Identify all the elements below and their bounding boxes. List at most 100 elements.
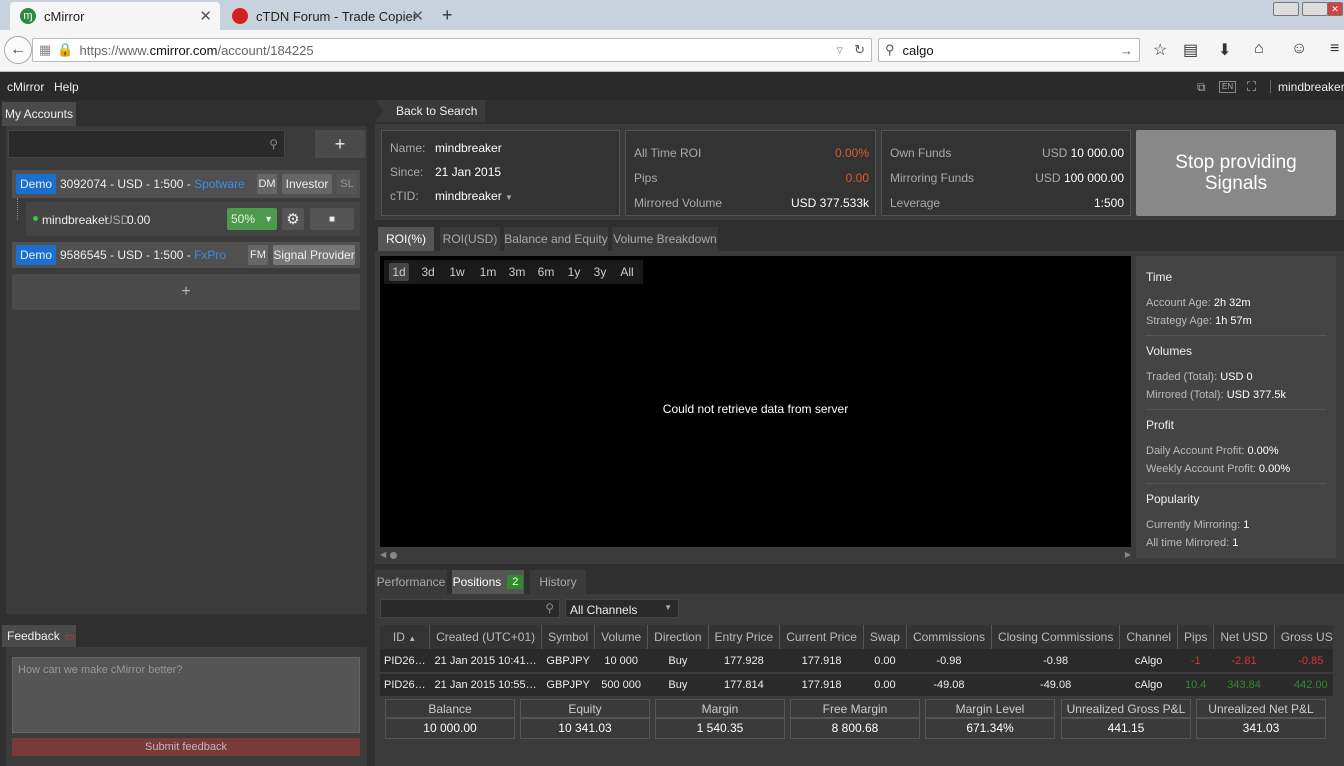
- broker-link[interactable]: FxPro: [194, 248, 226, 262]
- menu-icon[interactable]: ≡: [1330, 40, 1339, 58]
- period-3d[interactable]: 3d: [418, 263, 438, 281]
- search-go-icon[interactable]: →: [1120, 43, 1133, 58]
- stats-title: Volumes: [1146, 344, 1193, 358]
- col-id[interactable]: ID ▲: [380, 625, 431, 649]
- reload-icon[interactable]: ↻: [854, 42, 865, 58]
- col-channel[interactable]: Channel: [1119, 625, 1179, 649]
- tab-balance-equity[interactable]: Balance and Equity: [504, 227, 608, 251]
- stop-square-icon[interactable]: ■: [310, 208, 354, 230]
- browser-tab-cmirror[interactable]: ɱ cMirror ✕: [10, 2, 220, 30]
- new-tab-icon[interactable]: +: [442, 5, 453, 26]
- dm-button[interactable]: DM: [257, 174, 277, 194]
- fullscreen-icon[interactable]: ⛶: [1247, 79, 1256, 95]
- account-row[interactable]: Demo 9586545 - USD - 1:500 - FxPro FM Si…: [12, 242, 360, 268]
- scroll-left-icon[interactable]: ◀: [380, 550, 386, 559]
- col-gross-usd[interactable]: Gross USD: [1274, 625, 1333, 649]
- col-pips[interactable]: Pips: [1177, 625, 1215, 649]
- browser-tab-ctdn[interactable]: cTDN Forum - Trade Copier ✕: [222, 2, 432, 30]
- maximize-window-button[interactable]: [1302, 2, 1328, 16]
- stats-panel: Time Account Age: 2h 32m Strategy Age: 1…: [1136, 256, 1336, 558]
- stat-label: Leverage: [890, 195, 941, 210]
- col-current-price[interactable]: Current Price: [779, 625, 864, 649]
- scroll-right-icon[interactable]: ▶: [1125, 550, 1131, 559]
- tab-performance[interactable]: Performance: [375, 570, 447, 594]
- col-commissions[interactable]: Commissions: [906, 625, 992, 649]
- stats-key: Strategy Age:: [1146, 315, 1216, 327]
- tab-volume-breakdown[interactable]: Volume Breakdown: [612, 227, 718, 251]
- search-input[interactable]: calgo: [903, 43, 934, 58]
- account-search-input[interactable]: ⚲: [8, 130, 285, 158]
- scroll-thumb[interactable]: [390, 552, 397, 559]
- reading-list-icon[interactable]: ▤: [1183, 40, 1198, 60]
- stats-key: Traded (Total):: [1146, 371, 1221, 383]
- submit-feedback-button[interactable]: Submit feedback: [12, 738, 360, 756]
- period-6m[interactable]: 6m: [535, 263, 557, 281]
- cell-symbol: GBPJPY: [541, 673, 595, 698]
- period-3y[interactable]: 3y: [590, 263, 610, 281]
- add-account-row-button[interactable]: +: [12, 274, 360, 310]
- divider: [1146, 483, 1326, 484]
- home-icon[interactable]: ⌂: [1254, 40, 1264, 58]
- language-button[interactable]: EN: [1219, 81, 1237, 93]
- add-account-button[interactable]: +: [315, 130, 365, 158]
- positions-search-input[interactable]: ⚲: [380, 599, 560, 618]
- back-to-search-button[interactable]: Back to Search: [375, 100, 485, 122]
- feedback-textarea[interactable]: How can we make cMirror better?: [12, 657, 360, 733]
- cell-commissions: -0.98: [906, 649, 992, 674]
- url-bar[interactable]: ▦ 🔒 https://www. cmirror.com/account/1842…: [32, 38, 872, 62]
- period-1m[interactable]: 1m: [477, 263, 499, 281]
- channel-select[interactable]: All Channels ▼: [565, 599, 679, 618]
- col-direction[interactable]: Direction: [647, 625, 709, 649]
- back-arrow-icon[interactable]: ←: [4, 36, 32, 64]
- tab-my-accounts[interactable]: My Accounts: [2, 102, 76, 126]
- period-1y[interactable]: 1y: [564, 263, 584, 281]
- fm-button[interactable]: FM: [248, 245, 268, 265]
- close-tab-icon[interactable]: ✕: [411, 7, 424, 25]
- chart-scrollbar[interactable]: ◀ ▶: [380, 550, 1131, 560]
- menu-help[interactable]: Help: [54, 80, 79, 94]
- ctid-dropdown[interactable]: mindbreaker ▼: [435, 189, 513, 203]
- table-row[interactable]: PID26… 21 Jan 2015 10:41… GBPJPY 10 000 …: [380, 649, 1333, 674]
- cell-commissions: -49.08: [906, 673, 992, 698]
- bookmark-star-icon[interactable]: ☆: [1153, 40, 1167, 60]
- period-1d[interactable]: 1d: [389, 263, 409, 281]
- url-path: /account/184225: [217, 42, 314, 58]
- col-symbol[interactable]: Symbol: [541, 625, 596, 649]
- investor-button[interactable]: Investor: [282, 174, 332, 194]
- search-bar[interactable]: ⚲ calgo →: [878, 38, 1140, 62]
- tab-positions[interactable]: Positions 2: [452, 570, 524, 594]
- table-row[interactable]: PID26… 21 Jan 2015 10:55… GBPJPY 500 000…: [380, 673, 1333, 698]
- tab-roi-usd[interactable]: ROI(USD): [440, 227, 500, 251]
- windows-icon[interactable]: ⧉: [1197, 80, 1206, 95]
- col-volume[interactable]: Volume: [594, 625, 649, 649]
- download-icon[interactable]: ⬇: [1218, 40, 1231, 60]
- close-tab-icon[interactable]: ✕: [199, 7, 212, 25]
- period-3m[interactable]: 3m: [506, 263, 528, 281]
- col-net-usd[interactable]: Net USD: [1213, 625, 1275, 649]
- minimize-window-button[interactable]: [1273, 2, 1299, 16]
- tab-history[interactable]: History: [530, 570, 586, 594]
- settings-gear-icon[interactable]: ⚙: [282, 208, 304, 230]
- col-entry-price[interactable]: Entry Price: [708, 625, 781, 649]
- page-icon: ▦: [39, 42, 52, 57]
- col-swap[interactable]: Swap: [863, 625, 907, 649]
- tab-feedback[interactable]: Feedback ▭: [2, 625, 76, 647]
- tab-roi-percent[interactable]: ROI(%): [378, 227, 434, 251]
- period-1w[interactable]: 1w: [446, 263, 468, 281]
- percent-select[interactable]: 50% ▼: [227, 208, 277, 230]
- dropdown-arrow-icon[interactable]: ▿: [836, 42, 843, 58]
- menu-cmirror[interactable]: cMirror: [7, 80, 44, 94]
- sl-button[interactable]: SL: [337, 174, 357, 194]
- col-created[interactable]: Created (UTC+01): [429, 625, 543, 649]
- col-closing-commissions[interactable]: Closing Commissions: [991, 625, 1121, 649]
- username-label[interactable]: mindbreaker: [1278, 80, 1344, 94]
- period-all[interactable]: All: [616, 263, 638, 281]
- account-row[interactable]: Demo 3092074 - USD - 1:500 - Spotware DM…: [12, 170, 360, 198]
- stop-providing-signals-button[interactable]: Stop providing Signals: [1136, 130, 1336, 216]
- signal-provider-button[interactable]: Signal Provider: [273, 245, 355, 265]
- chat-icon[interactable]: ☺: [1291, 40, 1307, 58]
- sub-account-row[interactable]: mindbreaker USD 0.00 50% ▼ ⚙ ■: [26, 202, 360, 236]
- close-window-button[interactable]: ✕: [1327, 2, 1343, 16]
- broker-link[interactable]: Spotware: [194, 177, 245, 191]
- stat-row: Mirroring Funds USD 100 000.00: [890, 165, 1124, 190]
